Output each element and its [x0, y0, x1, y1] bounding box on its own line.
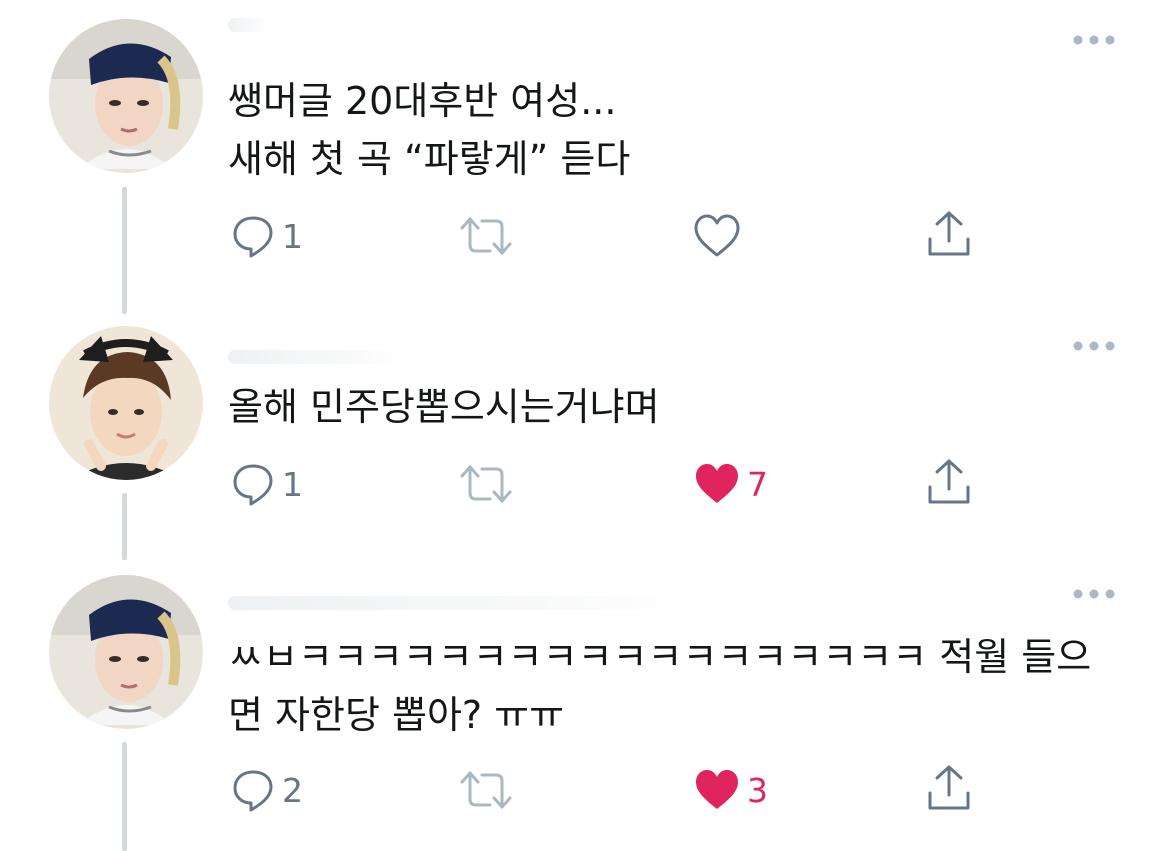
- thread-line: [122, 493, 127, 560]
- comment-icon: [233, 464, 273, 506]
- share-icon: [928, 459, 970, 504]
- avatar[interactable]: [49, 575, 203, 729]
- share-icon: [928, 765, 970, 810]
- retweet-button[interactable]: [458, 212, 514, 260]
- blurred-username: [228, 596, 698, 610]
- avatar[interactable]: [49, 19, 203, 173]
- avatar[interactable]: [49, 326, 203, 480]
- reply-count: 1: [282, 216, 303, 256]
- tweet-1[interactable]: 쌩머글 20대후반 여성... 새해 첫 곡 “파랗게” 듣다 1: [0, 0, 1170, 314]
- heart-outline-icon: [694, 214, 740, 257]
- thread-line: [122, 187, 127, 314]
- reply-button[interactable]: 1: [230, 212, 303, 260]
- like-button[interactable]: 7: [693, 460, 768, 508]
- avatar-image: [49, 326, 203, 480]
- tweet-3[interactable]: ㅆㅂㅋㅋㅋㅋㅋㅋㅋㅋㅋㅋㅋㅋㅋㅋㅋㅋㅋㅋ 적월 들으 면 자한당 뽑아? ㅠㅠ …: [0, 560, 1170, 851]
- share-button[interactable]: [925, 210, 973, 258]
- share-icon: [928, 211, 970, 256]
- blurred-username: [228, 350, 408, 364]
- avatar-image: [49, 575, 203, 729]
- like-button[interactable]: 3: [693, 766, 768, 814]
- thread-line: [122, 742, 127, 851]
- heart-filled-icon: [696, 464, 738, 503]
- retweet-icon: [460, 465, 512, 503]
- retweet-icon: [460, 217, 512, 255]
- avatar-image: [49, 19, 203, 173]
- reply-button[interactable]: 2: [230, 766, 303, 814]
- more-icon[interactable]: [1072, 340, 1116, 352]
- like-count: 3: [747, 770, 768, 810]
- more-icon[interactable]: [1072, 588, 1116, 600]
- comment-icon: [233, 770, 273, 812]
- tweet-2[interactable]: 올해 민주당뽑으시는거냐며 1 7: [0, 300, 1170, 560]
- retweet-button[interactable]: [458, 460, 514, 508]
- blurred-username: [228, 18, 268, 32]
- more-icon[interactable]: [1072, 34, 1116, 46]
- retweet-button[interactable]: [458, 766, 514, 814]
- tweet-text: 올해 민주당뽑으시는거냐며: [228, 385, 660, 429]
- tweet-text: ㅆㅂㅋㅋㅋㅋㅋㅋㅋㅋㅋㅋㅋㅋㅋㅋㅋㅋㅋㅋ 적월 들으 면 자한당 뽑아? ㅠㅠ: [228, 635, 1092, 737]
- reply-count: 2: [282, 770, 303, 810]
- tweet-text: 쌩머글 20대후반 여성... 새해 첫 곡 “파랗게” 듣다: [228, 79, 631, 181]
- retweet-icon: [460, 771, 512, 809]
- comment-icon: [233, 216, 273, 258]
- reply-button[interactable]: 1: [230, 460, 303, 508]
- share-button[interactable]: [925, 458, 973, 506]
- share-button[interactable]: [925, 764, 973, 812]
- reply-count: 1: [282, 464, 303, 504]
- heart-filled-icon: [696, 770, 738, 809]
- like-count: 7: [747, 464, 768, 504]
- like-button[interactable]: [693, 212, 741, 260]
